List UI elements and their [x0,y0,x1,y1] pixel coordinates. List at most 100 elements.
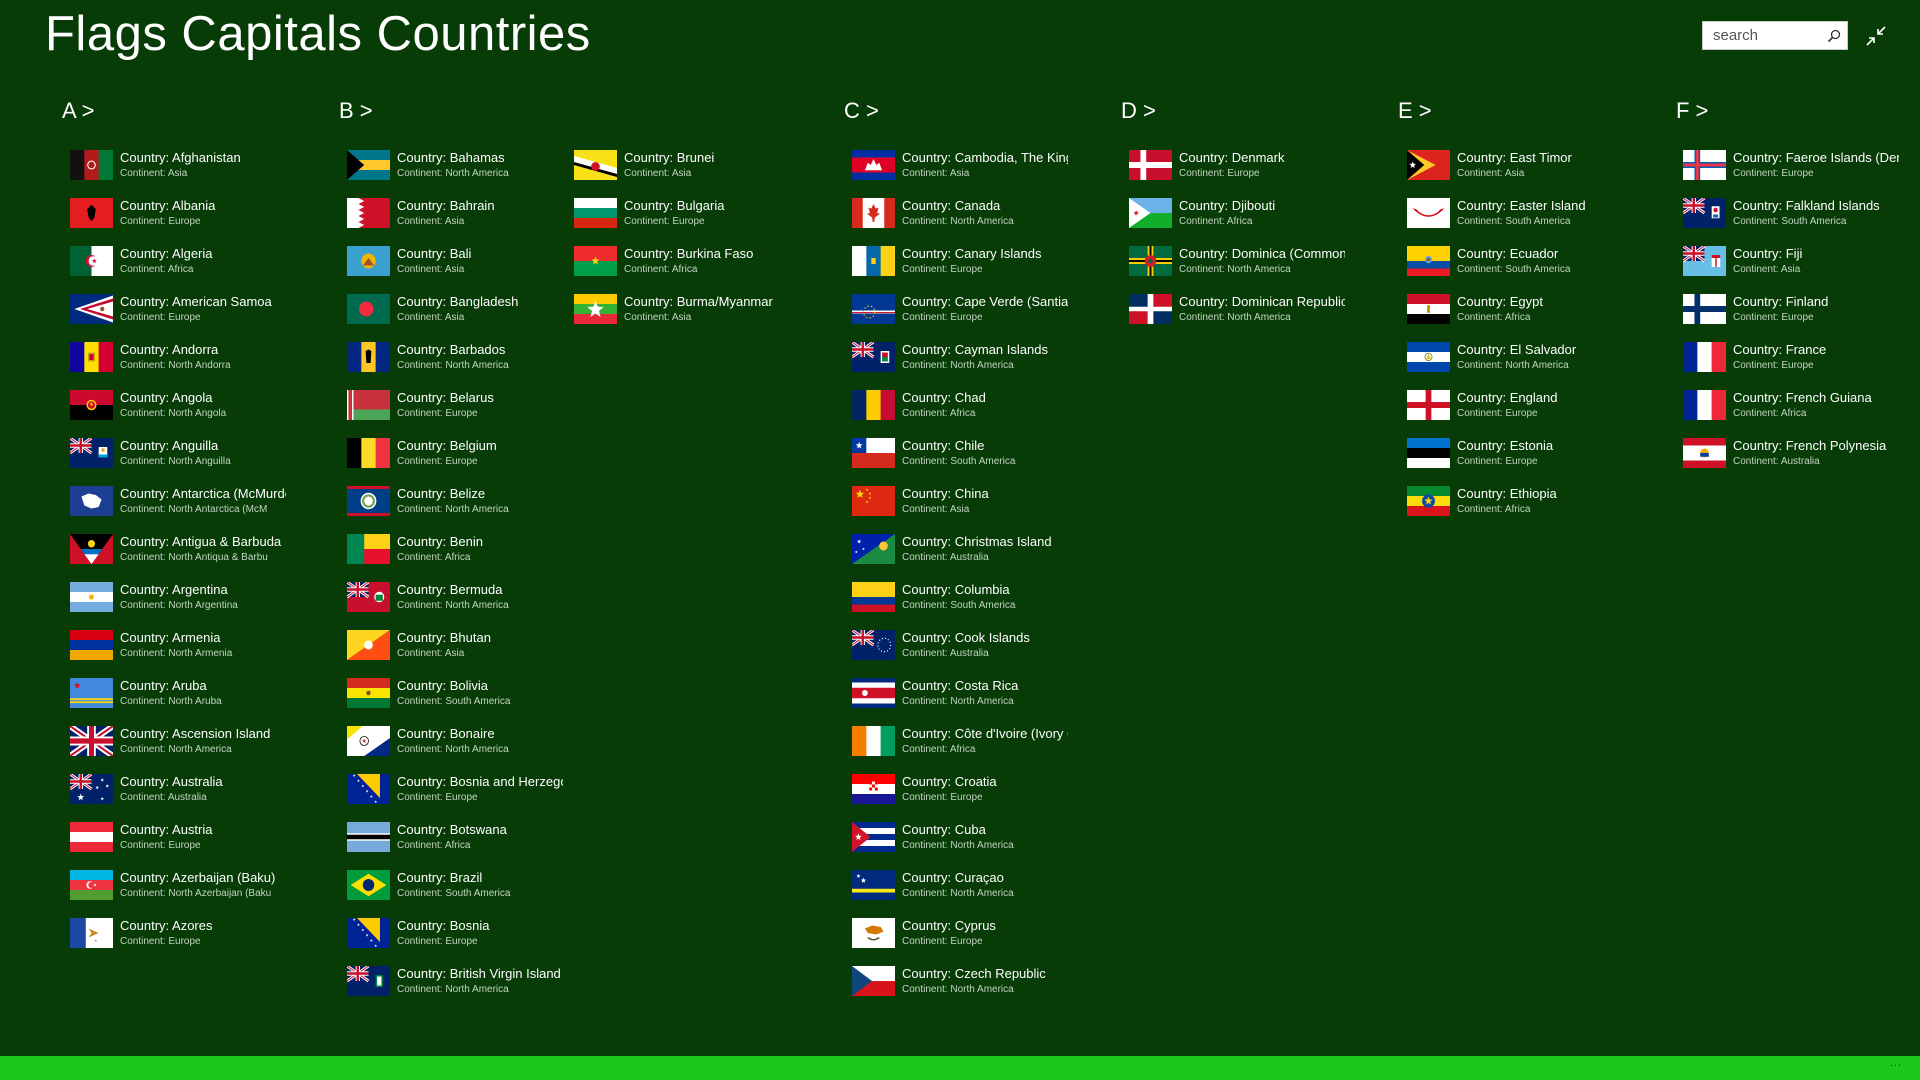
group-header-c[interactable]: C > [844,98,879,124]
country-tile[interactable]: Country: Armenia Continent: North Armenia [70,628,286,670]
country-tile[interactable]: Country: Dominica (Commonwealth) Continen… [1129,244,1345,286]
search-box[interactable] [1702,21,1848,50]
search-button[interactable] [1820,22,1847,49]
country-tile[interactable]: Country: Benin Continent: Africa [347,532,563,574]
country-tile[interactable]: Country: Bermuda Continent: North America [347,580,563,622]
country-tile[interactable]: Country: Chad Continent: Africa [852,388,1068,430]
country-tile[interactable]: Country: Barbados Continent: North Americ… [347,340,563,382]
country-tile[interactable]: Country: Denmark Continent: Europe [1129,148,1345,190]
country-tile[interactable]: Country: Bali Continent: Asia [347,244,563,286]
country-tile[interactable]: Country: Bhutan Continent: Asia [347,628,563,670]
country-tile[interactable]: Country: Côte d'Ivoire (Ivory Coast) Cont… [852,724,1068,766]
country-tile[interactable]: Country: Bosnia Continent: Europe [347,916,563,958]
country-tile[interactable]: Country: French Polynesia Continent: Aust… [1683,436,1899,478]
app-title: Flags Capitals Countries [45,7,591,61]
country-tile[interactable]: Country: Cambodia, The Kingdom of Contine… [852,148,1068,190]
country-tile[interactable]: Country: Fiji Continent: Asia [1683,244,1899,286]
country-tile[interactable]: Country: Finland Continent: Europe [1683,292,1899,334]
country-tile[interactable]: Country: Djibouti Continent: Africa [1129,196,1345,238]
country-tile[interactable]: Country: Estonia Continent: Europe [1407,436,1623,478]
country-tile[interactable]: Country: Faeroe Islands (Denmark) Contine… [1683,148,1899,190]
country-tile[interactable]: Country: Brunei Continent: Asia [574,148,790,190]
country-name: Country: Brunei [624,150,715,165]
country-tile[interactable]: Country: Aruba Continent: North Aruba [70,676,286,718]
country-tile[interactable]: Country: Belarus Continent: Europe [347,388,563,430]
country-tile[interactable]: Country: Austria Continent: Europe [70,820,286,862]
app-bar-strip[interactable] [0,1056,1920,1080]
country-tile[interactable]: Country: Cyprus Continent: Europe [852,916,1068,958]
country-tile[interactable]: Country: Columbia Continent: South Americ… [852,580,1068,622]
country-tile[interactable]: Country: Bahamas Continent: North America [347,148,563,190]
country-tile[interactable]: Country: Bangladesh Continent: Asia [347,292,563,334]
country-tile[interactable]: Country: England Continent: Europe [1407,388,1623,430]
country-tile[interactable]: Country: Cook Islands Continent: Australi… [852,628,1068,670]
country-tile[interactable]: Country: Bosnia and Herzegovina Continent… [347,772,563,814]
country-tile[interactable]: Country: Curaçao Continent: North America [852,868,1068,910]
continent-label: Continent: Africa [624,264,698,275]
continent-label: Continent: South America [397,888,511,899]
country-tile[interactable]: Country: Anguilla Continent: North Anguil… [70,436,286,478]
country-tile[interactable]: Country: Dominican Republic Continent: No… [1129,292,1345,334]
country-tile[interactable]: Country: Easter Island Continent: South A… [1407,196,1623,238]
country-tile[interactable]: Country: Australia Continent: Australia [70,772,286,814]
country-tile[interactable]: Country: Afghanistan Continent: Asia [70,148,286,190]
country-tile[interactable]: Country: Azerbaijan (Baku) Continent: Nor… [70,868,286,910]
country-tile[interactable]: Country: Bolivia Continent: South America [347,676,563,718]
country-tile[interactable]: Country: Albania Continent: Europe [70,196,286,238]
country-tile[interactable]: Country: Belize Continent: North America [347,484,563,526]
albania-flag [70,198,113,228]
country-tile[interactable]: Country: Ascension Island Continent: Nort… [70,724,286,766]
country-tile[interactable]: Country: American Samoa Continent: Europe [70,292,286,334]
continent-label: Continent: South America [1457,216,1571,227]
country-tile[interactable]: Country: Czech Republic Continent: North … [852,964,1068,1006]
country-tile[interactable]: Country: Croatia Continent: Europe [852,772,1068,814]
country-name: Country: Bosnia [397,918,490,933]
country-tile[interactable]: Country: Bahrain Continent: Asia [347,196,563,238]
country-tile[interactable]: Country: Costa Rica Continent: North Amer… [852,676,1068,718]
country-name: Country: Benin [397,534,483,549]
country-tile[interactable]: Country: Antigua & Barbuda Continent: Nor… [70,532,286,574]
country-tile[interactable]: Country: Ethiopia Continent: Africa [1407,484,1623,526]
country-tile[interactable]: Country: Chile Continent: South America [852,436,1068,478]
country-tile[interactable]: Country: China Continent: Asia [852,484,1068,526]
search-input[interactable] [1703,22,1831,49]
group-header-e[interactable]: E > [1398,98,1432,124]
country-tile[interactable]: Country: Algeria Continent: Africa [70,244,286,286]
country-tile[interactable]: Country: Argentina Continent: North Argen… [70,580,286,622]
country-tile[interactable]: Country: Botswana Continent: Africa [347,820,563,862]
country-tile[interactable]: Country: Christmas Island Continent: Aust… [852,532,1068,574]
country-tile[interactable]: Country: British Virgin Island Continent:… [347,964,563,1006]
country-tile[interactable]: Country: Brazil Continent: South America [347,868,563,910]
country-tile[interactable]: Country: Belgium Continent: Europe [347,436,563,478]
country-tile[interactable]: Country: Burkina Faso Continent: Africa [574,244,790,286]
country-tile[interactable]: Country: French Guiana Continent: Africa [1683,388,1899,430]
fiji-flag [1683,246,1726,276]
country-tile[interactable]: Country: Azores Continent: Europe [70,916,286,958]
country-tile[interactable]: Country: Egypt Continent: Africa [1407,292,1623,334]
country-tile[interactable]: Country: Burma/Myanmar Continent: Asia [574,292,790,334]
country-tile[interactable]: Country: Falkland Islands Continent: Sout… [1683,196,1899,238]
collapse-icon [1866,26,1886,46]
country-tile[interactable]: Country: El Salvador Continent: North Ame… [1407,340,1623,382]
country-tile[interactable]: Country: Bulgaria Continent: Europe [574,196,790,238]
country-tile[interactable]: Country: Angola Continent: North Angola [70,388,286,430]
country-tile[interactable]: Country: Antarctica (McMurdo Continent: N… [70,484,286,526]
country-tile[interactable]: Country: Canary Islands Continent: Europe [852,244,1068,286]
country-tile[interactable]: Country: Canada Continent: North America [852,196,1068,238]
group-header-f[interactable]: F > [1676,98,1708,124]
country-tile[interactable]: Country: Andorra Continent: North Andorra [70,340,286,382]
bali-flag [347,246,390,276]
country-tile[interactable]: Country: Bonaire Continent: North America [347,724,563,766]
country-tile[interactable]: Country: France Continent: Europe [1683,340,1899,382]
country-tile[interactable]: Country: Cape Verde (Santiago) Continent:… [852,292,1068,334]
country-tile[interactable]: Country: Cuba Continent: North America [852,820,1068,862]
country-tile[interactable]: Country: Ecuador Continent: South America [1407,244,1623,286]
country-tile[interactable]: Country: East Timor Continent: Asia [1407,148,1623,190]
group-header-a[interactable]: A > [62,98,94,124]
group-header-d[interactable]: D > [1121,98,1156,124]
more-options-icon[interactable]: ... [1890,1057,1902,1069]
country-tile[interactable]: Country: Cayman Islands Continent: North … [852,340,1068,382]
group-header-b[interactable]: B > [339,98,373,124]
faroe-islands-flag [1683,150,1726,180]
semantic-zoom-button[interactable] [1862,22,1890,50]
